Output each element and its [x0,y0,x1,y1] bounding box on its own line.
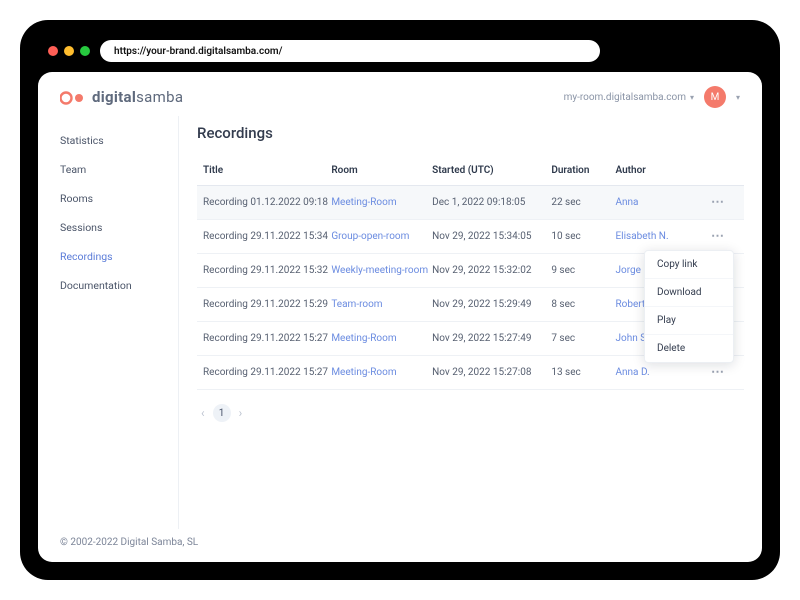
context-menu-item-delete[interactable]: Delete [645,334,733,362]
sidebar: StatisticsTeamRoomsSessionsRecordingsDoc… [60,116,178,529]
cell-duration: 9 sec [551,265,615,276]
logo-text: digitalsamba [92,88,183,106]
cell-room-link[interactable]: Meeting-Room [331,333,432,344]
topbar: digitalsamba my-room.digitalsamba.com ▾ … [38,72,762,116]
cell-title: Recording 29.11.2022 15:27 [203,367,331,378]
table-row[interactable]: Recording 01.12.2022 09:18Meeting-RoomDe… [197,186,744,220]
sidebar-item-team[interactable]: Team [60,155,178,184]
context-menu-item-copy-link[interactable]: Copy link [645,251,733,278]
cell-duration: 7 sec [551,333,615,344]
next-page-button[interactable]: › [239,406,243,420]
cell-duration: 22 sec [551,197,615,208]
cell-started: Nov 29, 2022 15:34:05 [432,231,551,242]
domain-label: my-room.digitalsamba.com [564,92,686,103]
sidebar-item-documentation[interactable]: Documentation [60,271,178,300]
account-area: my-room.digitalsamba.com ▾ M ▾ [564,86,740,108]
page-title: Recordings [197,116,744,156]
col-title[interactable]: Title [203,165,331,176]
cell-room-link[interactable]: Group-open-room [331,231,432,242]
cell-duration: 8 sec [551,299,615,310]
cell-room-link[interactable]: Team-room [331,299,432,310]
logo-icon [60,90,86,104]
cell-started: Nov 29, 2022 15:29:49 [432,299,551,310]
cell-started: Nov 29, 2022 15:27:49 [432,333,551,344]
row-more-button[interactable]: ⋯ [698,365,738,380]
cell-author-link[interactable]: Anna D. [615,367,698,378]
cell-started: Nov 29, 2022 15:32:02 [432,265,551,276]
app-viewport: digitalsamba my-room.digitalsamba.com ▾ … [38,72,762,562]
footer: © 2002-2022 Digital Samba, SL [38,529,762,562]
cell-author-link[interactable]: Anna [615,197,698,208]
cell-room-link[interactable]: Meeting-Room [331,367,432,378]
url-bar[interactable]: https://your-brand.digitalsamba.com/ [100,40,600,62]
context-menu: Copy linkDownloadPlayDelete [644,250,734,363]
col-room[interactable]: Room [331,165,432,176]
url-text: https://your-brand.digitalsamba.com/ [114,46,282,57]
cell-title: Recording 29.11.2022 15:32 [203,265,331,276]
chevron-down-icon: ▾ [690,93,694,102]
cell-started: Dec 1, 2022 09:18:05 [432,197,551,208]
cell-started: Nov 29, 2022 15:27:08 [432,367,551,378]
table-row[interactable]: Recording 29.11.2022 15:34Group-open-roo… [197,220,744,254]
cell-room-link[interactable]: Meeting-Room [331,197,432,208]
domain-dropdown[interactable]: my-room.digitalsamba.com ▾ [564,92,694,103]
col-author[interactable]: Author [615,165,698,176]
context-menu-item-download[interactable]: Download [645,278,733,306]
avatar-initial: M [711,92,720,103]
window-controls [48,46,90,56]
chevron-down-icon[interactable]: ▾ [736,93,740,102]
avatar[interactable]: M [704,86,726,108]
cell-title: Recording 29.11.2022 15:29 [203,299,331,310]
cell-author-link[interactable]: Elisabeth N. [615,231,698,242]
sidebar-item-rooms[interactable]: Rooms [60,184,178,213]
prev-page-button[interactable]: ‹ [201,406,205,420]
row-more-button[interactable]: ⋯ [698,195,738,210]
col-started[interactable]: Started (UTC) [432,165,551,176]
context-menu-item-play[interactable]: Play [645,306,733,334]
pagination: ‹ 1 › [197,390,744,436]
copyright-text: © 2002-2022 Digital Samba, SL [60,537,198,548]
sidebar-item-sessions[interactable]: Sessions [60,213,178,242]
page-number[interactable]: 1 [213,404,231,422]
device-frame: https://your-brand.digitalsamba.com/ dig… [20,20,780,580]
cell-title: Recording 29.11.2022 15:27 [203,333,331,344]
cell-duration: 10 sec [551,231,615,242]
sidebar-item-recordings[interactable]: Recordings [60,242,178,271]
sidebar-item-statistics[interactable]: Statistics [60,126,178,155]
table-header-row: Title Room Started (UTC) Duration Author [197,156,744,186]
col-duration[interactable]: Duration [551,165,615,176]
row-more-button[interactable]: ⋯ [698,229,738,244]
minimize-window-icon[interactable] [64,46,74,56]
cell-title: Recording 01.12.2022 09:18 [203,197,331,208]
browser-bar: https://your-brand.digitalsamba.com/ [38,34,762,72]
cell-title: Recording 29.11.2022 15:34 [203,231,331,242]
cell-duration: 13 sec [551,367,615,378]
brand-logo[interactable]: digitalsamba [60,88,183,106]
maximize-window-icon[interactable] [80,46,90,56]
close-window-icon[interactable] [48,46,58,56]
cell-room-link[interactable]: Weekly-meeting-room [331,265,432,276]
